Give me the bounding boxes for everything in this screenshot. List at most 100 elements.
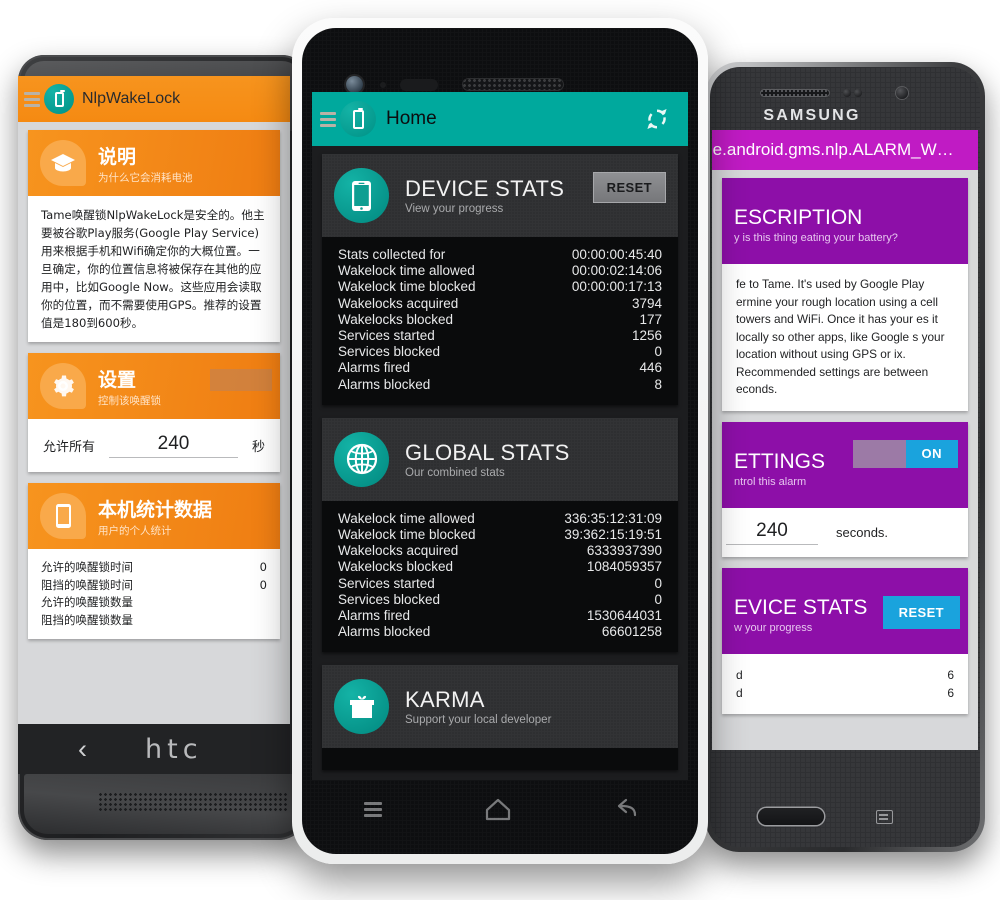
toggle-on-label: ON — [905, 439, 958, 468]
samsung-home-button[interactable] — [758, 808, 824, 825]
samsung-card-device-stats[interactable]: EVICE STATS w your progress RESET d 6 d … — [722, 567, 968, 714]
table-row: Wakelock time blocked 00:00:00:17:13 — [338, 279, 662, 295]
back-icon[interactable]: ‹ — [78, 735, 87, 763]
stat-label: Alarms fired — [338, 360, 411, 376]
table-row: Wakelock time blocked 39:362:15:19:51 — [338, 527, 662, 543]
stat-value: 00:00:00:17:13 — [571, 279, 662, 295]
stat-label: Wakelocks blocked — [338, 311, 454, 327]
htc-card-settings-header: 设置 控制该唤醒锁 — [28, 353, 280, 419]
nexus-notification-led-icon — [380, 82, 386, 88]
table-row: Wakelocks acquired 3794 — [338, 296, 662, 312]
stat-label: Services blocked — [338, 591, 441, 607]
stat-label: Alarms fired — [338, 608, 411, 624]
stat-label: Alarms blocked — [338, 376, 431, 392]
htc-settings-toggle[interactable] — [210, 369, 272, 391]
refresh-icon[interactable] — [644, 106, 670, 137]
nexus-card-karma-title: KARMA — [405, 687, 485, 713]
table-row: d 6 — [736, 666, 954, 684]
samsung-card-settings[interactable]: ETTINGS ntrol this alarm ON 240 seconds. — [722, 421, 968, 557]
htc-scroll-area[interactable]: 说明 为什么它会消耗电池 Tame唤醒锁NlpWakeLock是安全的。他主要被… — [18, 122, 290, 724]
nexus-card-global-stats-title: GLOBAL STATS — [405, 439, 570, 465]
samsung-brand-logo: SAMSUNG — [763, 107, 861, 124]
stat-label: Wakelocks acquired — [338, 295, 459, 311]
htc-settings-input-row: 允许所有 240 秒 — [41, 429, 267, 462]
nexus-card-device-stats-header: DEVICE STATS View your progress RESET — [322, 154, 678, 237]
samsung-app-title: ogle.android.gms.nlp.ALARM_W… — [712, 140, 954, 159]
stat-label: Services started — [338, 328, 435, 344]
htc-card-device-stats[interactable]: 本机统计数据 用户的个人统计 允许的唤醒锁时间 0 阻挡的唤醒锁时间 0 允许的… — [28, 483, 280, 639]
screenshot-stage: NlpWakeLock 说明 为什么它会消耗电池 Tame唤醒锁NlpWakeL… — [0, 0, 1000, 900]
htc-card-description[interactable]: 说明 为什么它会消耗电池 Tame唤醒锁NlpWakeLock是安全的。他主要被… — [28, 130, 280, 342]
htc-card-device-stats-body: 允许的唤醒锁时间 0 阻挡的唤醒锁时间 0 允许的唤醒锁数量 阻挡的唤醒锁数量 — [28, 549, 280, 639]
nexus-card-global-stats-body: Wakelock time allowed 336:35:12:31:09 Wak… — [322, 500, 678, 653]
app-logo-battery-icon — [340, 101, 376, 137]
stat-value: 6 — [947, 667, 954, 682]
samsung-proximity-sensor-icon — [843, 89, 851, 97]
table-row: Services blocked 0 — [338, 344, 662, 360]
samsung-reset-button[interactable]: RESET — [882, 595, 960, 629]
nexus-reset-button[interactable]: RESET — [592, 172, 666, 203]
hamburger-icon[interactable] — [24, 91, 40, 107]
stat-value: 39:362:15:19:51 — [564, 527, 662, 543]
table-row: d 6 — [736, 684, 954, 702]
samsung-card-device-stats-body: d 6 d 6 — [722, 653, 968, 714]
htc-card-description-subtitle: 为什么它会消耗电池 — [98, 171, 193, 184]
home-icon[interactable] — [484, 797, 512, 826]
stat-value: 0 — [654, 591, 662, 607]
app-logo-battery-icon — [44, 84, 74, 114]
nexus-card-karma-header: KARMA Support your local developer — [322, 665, 678, 748]
nexus-app-bar: Home — [312, 92, 688, 146]
nexus-card-karma-body — [322, 748, 678, 771]
stat-label: Stats collected for — [338, 247, 446, 262]
htc-seconds-input[interactable]: 240 — [109, 433, 238, 458]
samsung-recents-button[interactable] — [876, 810, 893, 824]
stat-value: 3794 — [631, 295, 662, 311]
htc-brand-logo: htc — [145, 733, 203, 765]
nexus-card-karma[interactable]: KARMA Support your local developer — [322, 665, 678, 771]
htc-card-description-body: Tame唤醒锁NlpWakeLock是安全的。他主要被谷歌Play服务(Goog… — [28, 196, 280, 342]
smartphone-icon — [40, 493, 86, 539]
menu-icon[interactable] — [361, 799, 385, 824]
samsung-card-description-subtitle: y is this thing eating your battery? — [734, 232, 898, 244]
nexus-card-device-stats[interactable]: DEVICE STATS View your progress RESET St… — [322, 154, 678, 405]
samsung-seconds-input[interactable]: 240 — [726, 520, 818, 545]
table-row: Services started 0 — [338, 576, 662, 592]
htc-card-description-title: 说明 — [98, 145, 137, 168]
table-row: 允许的唤醒锁时间 0 — [41, 559, 267, 577]
htc-card-settings[interactable]: 设置 控制该唤醒锁 允许所有 240 秒 — [28, 353, 280, 472]
stat-value: 0 — [259, 577, 267, 592]
nexus-front-camera-icon — [346, 76, 363, 93]
table-row: 阻挡的唤醒锁时间 0 — [41, 577, 267, 595]
samsung-app-bar: ogle.android.gms.nlp.ALARM_W… — [712, 130, 978, 170]
samsung-card-description[interactable]: ESCRIPTION y is this thing eating your b… — [722, 178, 968, 411]
htc-bottom-bezel — [24, 774, 302, 834]
nexus-sensor-strip — [400, 79, 438, 91]
nexus-navigation-bar — [312, 780, 688, 842]
stat-label: d — [736, 667, 743, 682]
table-row: 允许的唤醒锁数量 — [41, 594, 267, 612]
stat-label: Wakelocks acquired — [338, 543, 459, 559]
samsung-description-text: fe to Tame. It's used by Google Play erm… — [736, 277, 945, 396]
hamburger-icon[interactable] — [320, 111, 336, 127]
samsung-settings-toggle[interactable]: ON — [853, 439, 958, 468]
stat-label: 阻挡的唤醒锁时间 — [41, 577, 133, 592]
table-row: Wakelock time allowed 00:00:02:14:06 — [338, 263, 662, 279]
stat-value: 8 — [654, 376, 662, 392]
stat-value: 336:35:12:31:09 — [564, 510, 662, 526]
stat-value: 1084059357 — [586, 559, 662, 575]
table-row: Wakelock time allowed 336:35:12:31:09 — [338, 511, 662, 527]
stat-value: 00:00:00:45:40 — [571, 247, 662, 262]
stat-value: 1530644031 — [586, 608, 662, 624]
samsung-scroll-area[interactable]: ESCRIPTION y is this thing eating your b… — [712, 170, 978, 750]
nexus-card-global-stats[interactable]: GLOBAL STATS Our combined stats Wakelock… — [322, 417, 678, 653]
gear-icon — [40, 363, 86, 409]
stat-value: 446 — [639, 360, 662, 376]
back-icon[interactable] — [611, 797, 639, 826]
smartphone-icon — [334, 168, 389, 223]
samsung-card-settings-subtitle: ntrol this alarm — [734, 475, 807, 488]
samsung-settings-input-row: 240 seconds. — [726, 520, 954, 545]
samsung-card-device-stats-header: EVICE STATS w your progress RESET — [722, 567, 968, 654]
htc-card-description-header: 说明 为什么它会消耗电池 — [28, 130, 280, 196]
nexus-scroll-area[interactable]: DEVICE STATS View your progress RESET St… — [312, 146, 688, 780]
nexus-card-karma-subtitle: Support your local developer — [405, 714, 552, 727]
